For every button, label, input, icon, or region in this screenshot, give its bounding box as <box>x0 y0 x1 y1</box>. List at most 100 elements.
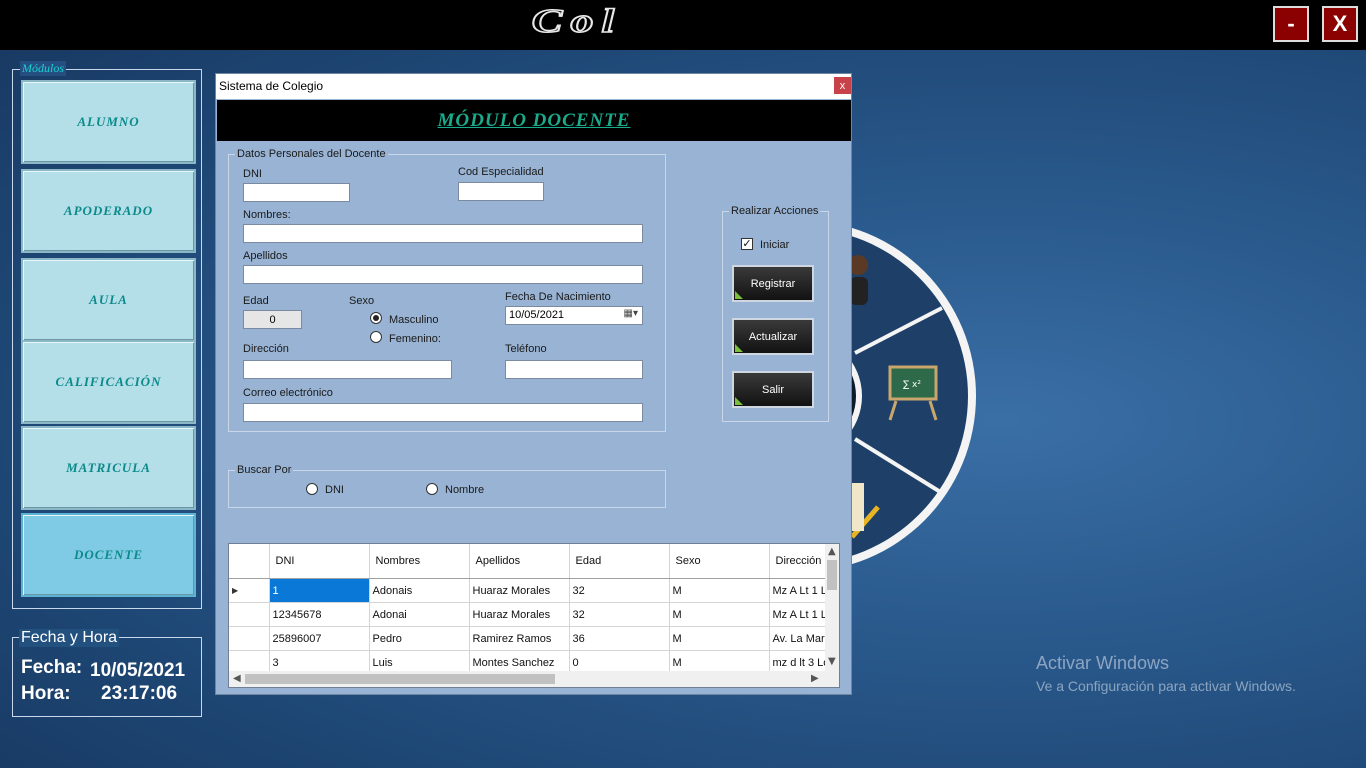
docentes-table: DNI Nombres Apellidos Edad Sexo Direcció… <box>229 544 832 675</box>
scroll-up-icon[interactable]: ▲ <box>828 546 836 557</box>
time-value: 23:17:06 <box>101 683 178 704</box>
module-alumno-button[interactable]: ALUMNO <box>21 80 196 164</box>
search-dni-radio[interactable] <box>306 483 318 495</box>
table-cell[interactable]: 32 <box>569 602 670 627</box>
table-cell[interactable]: Ramirez Ramos <box>469 626 570 651</box>
column-header[interactable]: Dirección <box>769 544 832 579</box>
search-nombre-radio[interactable] <box>426 483 438 495</box>
vertical-scroll-thumb[interactable] <box>827 560 837 590</box>
correo-input[interactable] <box>243 403 643 422</box>
salir-button[interactable]: Salir <box>732 371 814 408</box>
column-header[interactable]: Edad <box>569 544 670 579</box>
grid-row-header <box>229 544 270 579</box>
dni-input[interactable] <box>243 183 350 202</box>
watermark-subtitle: Ve a Configuración para activar Windows. <box>1036 678 1296 694</box>
column-header[interactable]: Nombres <box>369 544 470 579</box>
table-row[interactable]: ▶ 1 Adonais Huaraz Morales 32 M Mz A Lt … <box>229 578 832 603</box>
actions-legend: Realizar Acciones <box>729 205 821 217</box>
table-cell[interactable]: 25896007 <box>269 626 370 651</box>
grid-horizontal-scrollbar[interactable]: ◀ ▶ <box>229 671 839 687</box>
dialog-titlebar: Sistema de Colegio x <box>216 74 851 99</box>
iniciar-checkbox[interactable]: ✓ <box>741 238 753 250</box>
date-label: Fecha: <box>21 657 83 678</box>
apellidos-label: Apellidos <box>243 250 288 262</box>
module-calificacion-button[interactable]: CALIFICACIÓN <box>21 340 196 424</box>
table-cell[interactable]: Av. La Mar <box>769 626 832 651</box>
scroll-right-icon[interactable]: ▶ <box>811 673 819 684</box>
column-header[interactable]: Apellidos <box>469 544 570 579</box>
table-cell[interactable]: Adonais <box>369 578 470 603</box>
minimize-button[interactable]: - <box>1273 6 1309 42</box>
cod-especialidad-label: Cod Especialidad <box>458 166 544 178</box>
column-header[interactable]: DNI <box>269 544 370 579</box>
table-row[interactable]: 25896007 Pedro Ramirez Ramos 36 M Av. La… <box>229 626 832 651</box>
iniciar-label: Iniciar <box>760 239 790 251</box>
docentes-grid[interactable]: DNI Nombres Apellidos Edad Sexo Direcció… <box>228 543 840 688</box>
column-header[interactable]: Sexo <box>669 544 770 579</box>
row-header-cell[interactable] <box>229 602 270 627</box>
table-cell[interactable]: 32 <box>569 578 670 603</box>
grid-header-row: DNI Nombres Apellidos Edad Sexo Direcció… <box>229 544 832 579</box>
grid-vertical-scrollbar[interactable]: ▲ ▼ <box>825 544 839 672</box>
table-row[interactable]: 12345678 Adonai Huaraz Morales 32 M Mz A… <box>229 602 832 627</box>
telefono-input[interactable] <box>505 360 643 379</box>
table-cell[interactable]: 1 <box>269 578 370 603</box>
table-cell[interactable]: M <box>669 602 770 627</box>
row-header-cell[interactable] <box>229 626 270 651</box>
docente-dialog: Sistema de Colegio x MÓDULO DOCENTE Dato… <box>215 73 852 695</box>
nombres-label: Nombres: <box>243 209 291 221</box>
calendar-dropdown-icon[interactable]: ▦▾ <box>624 308 638 319</box>
apellidos-input[interactable] <box>243 265 643 284</box>
table-cell[interactable]: 36 <box>569 626 670 651</box>
fecha-nacimiento-picker[interactable]: 10/05/2021 ▦▾ <box>505 306 643 325</box>
scroll-left-icon[interactable]: ◀ <box>233 673 241 684</box>
sexo-label: Sexo <box>349 295 375 307</box>
module-matricula-button[interactable]: MATRICULA <box>21 426 196 510</box>
direccion-input[interactable] <box>243 360 452 379</box>
dni-label: DNI <box>243 168 262 180</box>
registrar-button[interactable]: Registrar <box>732 265 814 302</box>
cod-especialidad-input[interactable] <box>458 182 544 201</box>
svg-text:∑ x²: ∑ x² <box>903 380 921 390</box>
table-cell[interactable]: M <box>669 578 770 603</box>
table-cell[interactable]: M <box>669 626 770 651</box>
correo-label: Correo electrónico <box>243 387 333 399</box>
table-cell[interactable]: Huaraz Morales <box>469 602 570 627</box>
fecha-nacimiento-label: Fecha De Nacimiento <box>505 291 611 303</box>
table-cell[interactable]: Mz A Lt 1 L <box>769 602 832 627</box>
date-value: 10/05/2021 <box>90 660 186 681</box>
watermark-title: Activar Windows <box>1036 653 1170 673</box>
modules-legend: Módulos <box>20 61 66 76</box>
table-cell[interactable]: Huaraz Morales <box>469 578 570 603</box>
close-app-button[interactable]: X <box>1322 6 1358 42</box>
table-cell[interactable]: Adonai <box>369 602 470 627</box>
table-cell[interactable]: 12345678 <box>269 602 370 627</box>
search-nombre-label: Nombre <box>445 484 485 496</box>
horizontal-scroll-thumb[interactable] <box>245 674 555 684</box>
title-bar: Col - X <box>0 0 1366 50</box>
femenino-radio[interactable] <box>370 331 382 343</box>
masculino-label: Masculino <box>389 314 439 326</box>
nombres-input[interactable] <box>243 224 643 243</box>
current-row-indicator-icon: ▶ <box>229 578 270 603</box>
time-label: Hora: <box>21 683 71 704</box>
edad-input[interactable] <box>243 310 302 329</box>
activate-windows-watermark: Activar Windows Ve a Configuración para … <box>1036 653 1296 694</box>
edad-label: Edad <box>243 295 269 307</box>
femenino-label: Femenino: <box>389 333 441 345</box>
scroll-down-icon[interactable]: ▼ <box>828 656 836 667</box>
module-apoderado-button[interactable]: APODERADO <box>21 169 196 253</box>
telefono-label: Teléfono <box>505 343 547 355</box>
dialog-close-button[interactable]: x <box>834 77 851 94</box>
module-aula-button[interactable]: AULA <box>21 258 196 342</box>
search-legend: Buscar Por <box>235 464 294 476</box>
masculino-radio[interactable] <box>370 312 382 324</box>
module-docente-button[interactable]: DOCENTE <box>21 513 196 597</box>
search-dni-label: DNI <box>325 484 344 496</box>
actualizar-button[interactable]: Actualizar <box>732 318 814 355</box>
datetime-legend: Fecha y Hora <box>19 629 120 647</box>
table-cell[interactable]: Mz A Lt 1 L <box>769 578 832 603</box>
table-cell[interactable]: Pedro <box>369 626 470 651</box>
direccion-label: Dirección <box>243 343 289 355</box>
fecha-nacimiento-value: 10/05/2021 <box>509 309 565 321</box>
